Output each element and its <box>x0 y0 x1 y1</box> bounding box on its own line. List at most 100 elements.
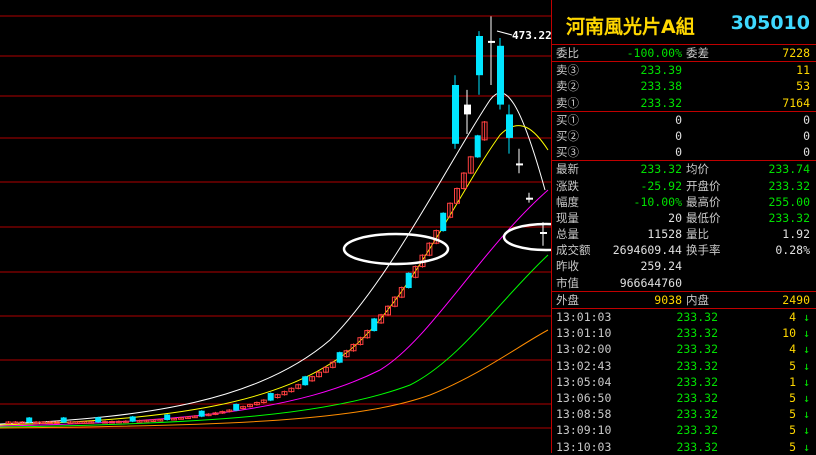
quote-value: 0.28% <box>775 243 810 258</box>
stock-header: 河南風光片A組 305010 <box>552 0 816 45</box>
stock-code: 305010 <box>730 12 810 34</box>
order-ratio-label: 委比 <box>556 46 579 60</box>
moving-average-lines <box>0 92 549 429</box>
candle-body <box>452 85 459 144</box>
buy-row[interactable]: 买③ 0 0 <box>552 144 816 160</box>
candle-body <box>464 104 471 115</box>
quote-value: 255.00 <box>768 194 810 209</box>
trade-ticks: 13:01:03 233.32 4 ↓ 13:01:10 233.32 10 ↓ 13:02:0… <box>552 309 816 455</box>
buy-row[interactable]: 买② 0 0 <box>552 128 816 144</box>
trade-price: 233.32 <box>676 342 718 357</box>
down-arrow-icon: ↓ <box>803 390 810 405</box>
trade-row[interactable]: 13:06:50 233.32 5 ↓ <box>552 390 816 406</box>
buy-book: 买① 0 0 买② 0 0 买③ 0 0 <box>552 112 816 162</box>
high-label-leader <box>496 30 513 36</box>
moving-average-line <box>0 125 549 426</box>
candle-body <box>476 36 483 76</box>
trade-row[interactable]: 13:02:00 233.32 4 ↓ <box>552 341 816 357</box>
candlestick-chart[interactable]: 473.22 <box>0 0 551 453</box>
quote-label: 均价 <box>686 162 709 177</box>
quote-value: 2694609.44 <box>612 243 682 258</box>
order-ratio-value: -100.00% <box>626 46 682 60</box>
order-diff-label: 委差 <box>686 46 709 60</box>
candle-body <box>267 393 274 401</box>
trade-row[interactable]: 13:08:58 233.32 5 ↓ <box>552 406 816 422</box>
trade-price: 233.32 <box>676 390 718 405</box>
trade-row[interactable]: 13:01:03 233.32 4 ↓ <box>552 309 816 325</box>
quote-label: 量比 <box>686 227 709 242</box>
sell-row[interactable]: 卖① 233.32 7164 <box>552 95 816 111</box>
candle-body <box>302 376 309 386</box>
trade-volume: 5 <box>789 407 796 422</box>
buy-row[interactable]: 买① 0 0 <box>552 112 816 128</box>
candle-body <box>164 414 171 421</box>
down-arrow-icon: ↓ <box>803 439 810 454</box>
quote-label: 幅度 <box>556 194 579 209</box>
quote-row: 成交额 2694609.44 换手率 0.28% <box>552 242 816 258</box>
quote-value: -10.00% <box>633 194 682 209</box>
quote-label: 昨收 <box>556 259 579 274</box>
trade-volume: 1 <box>789 374 796 389</box>
stock-name: 河南風光片A組 <box>566 16 695 38</box>
quote-label: 最新 <box>556 162 579 177</box>
sell-row[interactable]: 卖③ 233.39 11 <box>552 62 816 78</box>
trade-row[interactable]: 13:05:04 233.32 1 ↓ <box>552 374 816 390</box>
trade-time: 13:02:00 <box>556 342 612 357</box>
order-ratio-row: 委比 -100.00% 委差 7228 <box>552 45 816 61</box>
trade-price: 233.32 <box>676 374 718 389</box>
moving-average-line <box>0 189 549 427</box>
candle-body <box>474 135 481 158</box>
down-arrow-icon: ↓ <box>803 374 810 389</box>
candle-body <box>233 403 240 411</box>
candle-body <box>497 45 504 105</box>
trade-price: 233.32 <box>676 310 718 324</box>
quote-label: 成交额 <box>556 243 591 258</box>
quote-row: 市值 966644760 <box>552 275 816 291</box>
outer-inner-row: 外盘 9038 内盘 2490 <box>556 292 810 307</box>
trade-price: 233.32 <box>676 326 718 341</box>
chart-annotations: 473.22 <box>342 29 551 266</box>
trade-time: 13:06:50 <box>556 390 612 405</box>
trade-row[interactable]: 13:01:10 233.32 10 ↓ <box>552 325 816 341</box>
candle-body <box>405 272 412 289</box>
quote-row: 涨跌 -25.92 开盘价 233.32 <box>552 178 816 194</box>
order-diff-value: 7228 <box>782 46 810 60</box>
moving-average-line <box>0 92 546 425</box>
trade-volume: 5 <box>789 390 796 405</box>
candle-body <box>95 417 102 423</box>
quote-value: 1.92 <box>782 227 810 242</box>
sell-row[interactable]: 卖② 233.38 53 <box>552 78 816 94</box>
candle-body <box>336 352 343 363</box>
trade-time: 13:02:43 <box>556 358 612 373</box>
trade-time: 13:10:03 <box>556 439 612 454</box>
candle-body <box>540 232 547 234</box>
candle-body <box>488 40 495 43</box>
trade-volume: 5 <box>789 358 796 373</box>
trade-row[interactable]: 13:09:10 233.32 5 ↓ <box>552 422 816 438</box>
quote-label: 换手率 <box>686 243 721 258</box>
trade-time: 13:05:04 <box>556 374 612 389</box>
trade-price: 233.32 <box>676 407 718 422</box>
trade-volume: 10 <box>782 326 796 341</box>
trade-row[interactable]: 13:10:03 233.32 5 ↓ <box>552 439 816 455</box>
trade-row[interactable]: 13:02:43 233.32 5 ↓ <box>552 358 816 374</box>
order-ratio-section: 委比 -100.00% 委差 7228 <box>552 45 816 63</box>
chart-grid <box>0 15 551 429</box>
candle-body <box>440 212 447 232</box>
candle-body <box>60 417 67 423</box>
down-arrow-icon: ↓ <box>803 310 810 324</box>
quote-row: 现量 20 最低价 233.32 <box>552 210 816 226</box>
down-arrow-icon: ↓ <box>803 342 810 357</box>
trade-time: 13:09:10 <box>556 423 612 438</box>
quote-label: 市值 <box>556 275 579 290</box>
candle-body <box>129 416 136 422</box>
moving-average-line <box>0 329 549 429</box>
candle-body <box>26 417 33 423</box>
highlight-circle-right <box>502 222 551 252</box>
candles <box>5 16 547 424</box>
down-arrow-icon: ↓ <box>803 407 810 422</box>
quote-value: 966644760 <box>619 275 682 290</box>
quote-row: 幅度 -10.00% 最高价 255.00 <box>552 194 816 210</box>
quote-row: 总量 11528 量比 1.92 <box>552 226 816 242</box>
quote-row: 昨收 259.24 <box>552 258 816 274</box>
